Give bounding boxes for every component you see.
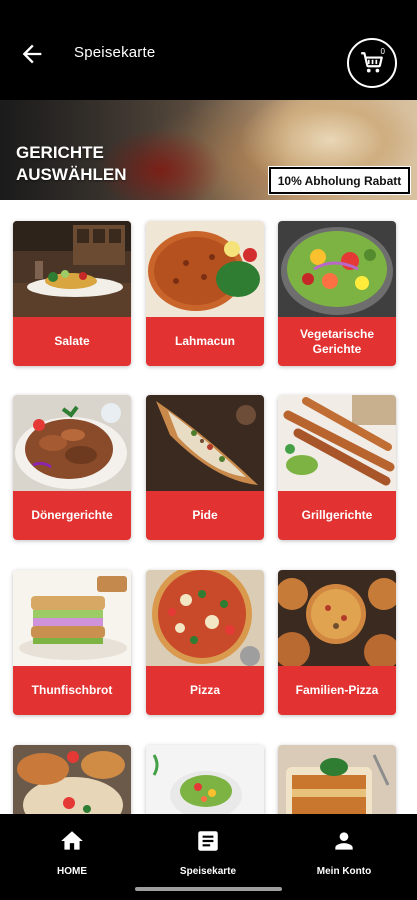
salate-image (13, 221, 131, 317)
donergerichte-image (13, 395, 131, 491)
category-card-row4-1[interactable] (13, 745, 131, 814)
vegetarische-gerichte-image (278, 221, 396, 317)
nav-speisekarte-label: Speisekarte (179, 866, 237, 877)
page-title: Speisekarte (74, 44, 156, 61)
lahmacun-image (146, 221, 264, 317)
category-card-grillgerichte[interactable]: Grillgerichte (278, 395, 396, 540)
pide-image (146, 395, 264, 491)
category-label: Vegetarische Gerichte (278, 317, 396, 366)
category-label: Salate (13, 317, 131, 366)
app-screen: Speisekarte 0 GERICHTE AUSWÄHLEN 10% Abh… (0, 0, 417, 900)
category-card-familien-pizza[interactable]: Familien-Pizza (278, 570, 396, 715)
category-label: Pide (146, 491, 264, 540)
category-card-vegetarische-gerichte[interactable]: Vegetarische Gerichte (278, 221, 396, 366)
category-label: Lahmacun (146, 317, 264, 366)
category-card-salate[interactable]: Salate (13, 221, 131, 366)
category-card-lahmacun[interactable]: Lahmacun (146, 221, 264, 366)
category-card-row4-2[interactable] (146, 745, 264, 814)
category-grid: Salate Lahmacun Vegetarische Gerichte Dö… (0, 200, 417, 814)
category-label: Familien-Pizza (278, 666, 396, 715)
nav-home[interactable]: HOME (17, 828, 127, 888)
home-icon (59, 828, 85, 854)
banner-title: GERICHTE AUSWÄHLEN (16, 143, 127, 184)
hero-banner: GERICHTE AUSWÄHLEN 10% Abholung Rabatt (0, 100, 417, 200)
category-row4-3-image (278, 745, 396, 814)
familien-pizza-image (278, 570, 396, 666)
category-card-donergerichte[interactable]: Dönergerichte (13, 395, 131, 540)
category-label: Pizza (146, 666, 264, 715)
arrow-left-icon (22, 44, 42, 64)
thunfischbrot-image (13, 570, 131, 666)
category-card-pizza[interactable]: Pizza (146, 570, 264, 715)
category-card-row4-3[interactable] (278, 745, 396, 814)
cart-count-badge: 0 (380, 47, 385, 56)
category-row4-1-image (13, 745, 131, 814)
category-card-pide[interactable]: Pide (146, 395, 264, 540)
account-icon (331, 828, 357, 854)
back-button[interactable] (18, 40, 46, 68)
system-home-indicator[interactable] (135, 887, 282, 891)
category-label: Thunfischbrot (13, 666, 131, 715)
nav-mein-konto-label: Mein Konto (316, 866, 372, 877)
grillgerichte-image (278, 395, 396, 491)
menu-icon (195, 828, 221, 854)
top-app-bar: Speisekarte 0 (0, 0, 417, 100)
cart-button[interactable]: 0 (347, 38, 397, 88)
nav-mein-konto[interactable]: Mein Konto (289, 828, 399, 888)
category-card-thunfischbrot[interactable]: Thunfischbrot (13, 570, 131, 715)
category-label: Dönergerichte (13, 491, 131, 540)
category-label: Grillgerichte (278, 491, 396, 540)
discount-badge: 10% Abholung Rabatt (269, 167, 410, 194)
pizza-image (146, 570, 264, 666)
nav-home-label: HOME (57, 866, 87, 877)
discount-badge-text: 10% Abholung Rabatt (277, 173, 402, 188)
nav-speisekarte[interactable]: Speisekarte (153, 828, 263, 888)
category-row4-2-image (146, 745, 264, 814)
